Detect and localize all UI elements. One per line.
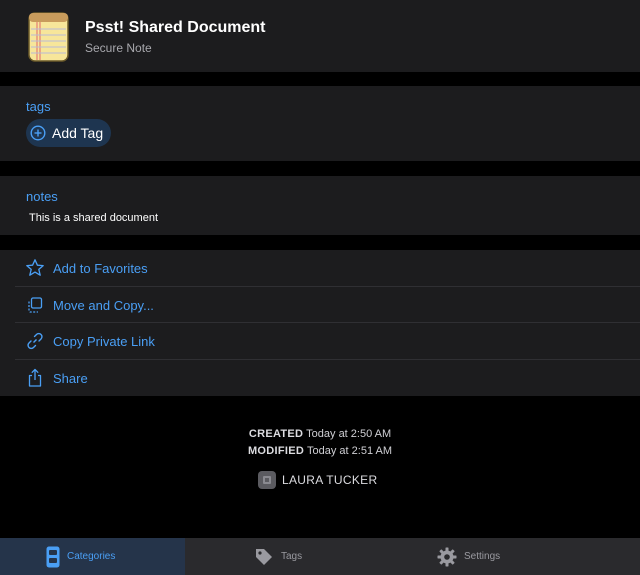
created-value: Today at 2:50 AM: [306, 428, 392, 440]
actions-list: Add to Favorites Move and Copy... Copy P…: [0, 250, 640, 396]
tab-categories[interactable]: Categories: [0, 538, 185, 575]
tab-tags-label: Tags: [281, 551, 303, 562]
modified-key: MODIFIED: [247, 445, 305, 457]
tag-icon: [256, 548, 272, 565]
notes-section: notes This is a shared document: [0, 176, 640, 235]
tab-settings-label: Settings: [464, 551, 501, 562]
add-tag-button[interactable]: Add Tag: [26, 119, 112, 147]
secure-note-icon: [28, 12, 69, 62]
plus-circle-icon: [30, 125, 46, 141]
modified-value: Today at 2:51 AM: [307, 445, 393, 457]
item-title: Psst! Shared Document: [85, 19, 266, 36]
share-label: Share: [53, 370, 88, 386]
created-key: CREATED: [248, 428, 304, 440]
tags-label: tags: [26, 99, 51, 114]
copy-private-link-label: Copy Private Link: [53, 333, 155, 349]
add-to-favorites-label: Add to Favorites: [53, 260, 148, 276]
gear-icon: [437, 547, 457, 566]
notes-label: notes: [26, 189, 58, 204]
copy-private-link-action[interactable]: Copy Private Link: [0, 323, 640, 359]
tab-categories-label: Categories: [67, 551, 116, 562]
categories-icon: [46, 546, 60, 567]
owner: LAURA TUCKER: [258, 471, 377, 489]
link-icon: [27, 332, 43, 350]
star-icon: [26, 259, 44, 276]
tab-bar: Categories Tags Settings: [0, 538, 640, 575]
move-and-copy-label: Move and Copy...: [53, 297, 154, 313]
created-row: CREATED Today at 2:50 AM: [0, 426, 640, 443]
item-header: Psst! Shared Document Secure Note: [0, 0, 640, 72]
move-and-copy-action[interactable]: Move and Copy...: [0, 287, 640, 323]
move-copy-icon: [28, 297, 43, 313]
item-metadata: CREATED Today at 2:50 AM MODIFIED Today …: [0, 426, 640, 460]
modified-row: MODIFIED Today at 2:51 AM: [0, 443, 640, 460]
tab-tags[interactable]: Tags: [254, 538, 302, 575]
item-type: Secure Note: [85, 41, 152, 55]
tab-settings[interactable]: Settings: [437, 538, 500, 575]
owner-name: LAURA TUCKER: [282, 473, 378, 487]
add-to-favorites-action[interactable]: Add to Favorites: [0, 250, 640, 286]
vault-avatar-icon: [258, 471, 276, 489]
add-tag-label: Add Tag: [52, 125, 104, 141]
share-action[interactable]: Share: [0, 360, 640, 396]
notes-text[interactable]: This is a shared document: [29, 212, 158, 224]
share-icon: [28, 368, 42, 387]
